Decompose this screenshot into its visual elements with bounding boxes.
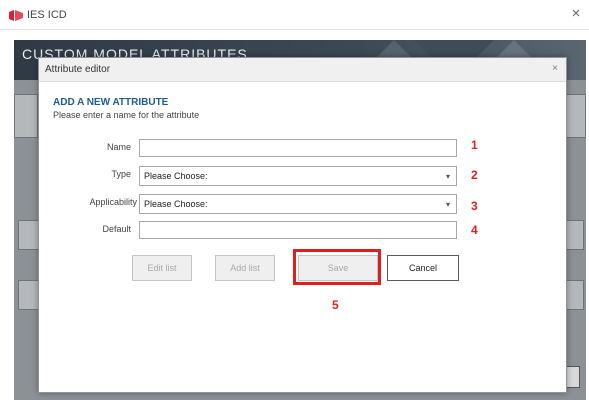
add-list-button[interactable]: Add list: [215, 255, 275, 281]
type-select-value: Please Choose:: [144, 171, 208, 181]
ies-logo-icon: [9, 10, 23, 21]
cancel-button[interactable]: Cancel: [387, 255, 459, 281]
name-input[interactable]: [139, 139, 457, 157]
background-panel: [14, 94, 38, 138]
default-label: Default: [102, 224, 131, 234]
dialog-title: Attribute editor: [45, 64, 111, 75]
screenshot-frame: IES ICD × CUSTOM MODEL ATTRIBUTES Attrib…: [0, 0, 589, 400]
background-panel: [18, 280, 40, 310]
marker-3: 3: [471, 199, 478, 213]
marker-4: 4: [471, 223, 478, 237]
marker-2: 2: [471, 168, 478, 182]
applicability-select[interactable]: Please Choose: ▾: [139, 194, 457, 214]
type-select[interactable]: Please Choose: ▾: [139, 166, 457, 186]
default-input[interactable]: [139, 221, 457, 239]
applicability-select-value: Please Choose:: [144, 199, 208, 209]
edit-list-button[interactable]: Edit list: [132, 255, 192, 281]
app-close-icon[interactable]: ×: [568, 6, 584, 22]
dialog-heading: ADD A NEW ATTRIBUTE: [53, 97, 169, 108]
marker-1: 1: [471, 138, 478, 152]
marker-5: 5: [332, 298, 339, 312]
dialog-subheading: Please enter a name for the attribute: [53, 110, 200, 120]
chevron-down-icon: ▾: [445, 172, 450, 181]
background-panel: [18, 220, 40, 250]
app-titlebar: IES ICD ×: [0, 0, 589, 30]
dialog-titlebar: Attribute editor ×: [39, 58, 566, 82]
save-highlight-box: [293, 249, 381, 285]
name-label: Name: [106, 142, 131, 152]
app-title: IES ICD: [27, 9, 67, 21]
applicability-label: Applicability: [89, 197, 137, 207]
chevron-down-icon: ▾: [445, 200, 450, 209]
type-label: Type: [111, 169, 131, 179]
dialog-close-icon[interactable]: ×: [548, 62, 562, 76]
attribute-editor-dialog: Attribute editor × ADD A NEW ATTRIBUTE P…: [38, 57, 567, 393]
